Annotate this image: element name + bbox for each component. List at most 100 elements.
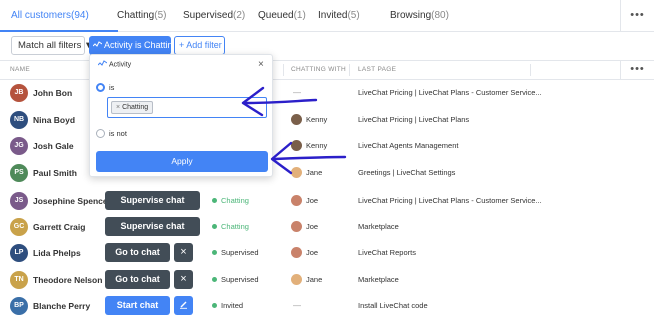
column-divider [530,64,531,76]
popup-title-label: Activity [109,61,132,69]
table-row[interactable]: GC Garrett Craig Supervise chat Chatting… [0,214,654,240]
chatting-with: Jane [291,267,322,293]
add-filter-button[interactable]: + Add filter [174,36,225,55]
last-page[interactable]: LiveChat Reports [358,240,416,266]
customer-name[interactable]: Josh Gale [33,133,74,159]
status-label: Supervised [221,275,259,284]
column-chatting-with[interactable]: CHATTING WITH [291,61,346,79]
status-dot [212,223,217,229]
activity-values-input[interactable]: × Chatting [107,97,267,118]
pencil-icon[interactable] [174,296,193,315]
customer-name[interactable]: Nina Boyd [33,107,75,133]
agent-name: Joe [306,248,319,257]
status-label: Chatting [221,196,249,205]
last-page[interactable]: LiveChat Pricing | LiveChat Plans [358,107,469,133]
tab-invited[interactable]: Invited(5) [318,0,360,32]
supervise-chat-button[interactable]: Supervise chat [105,217,200,236]
last-page[interactable]: LiveChat Pricing | LiveChat Plans - Cust… [358,80,542,106]
customer-name[interactable]: Paul Smith [33,160,77,186]
tab-browsing[interactable]: Browsing(80) [390,0,449,32]
chatting-with: Kenny [291,133,327,159]
agent-name: Kenny [306,115,328,124]
avatar: NB [10,111,28,129]
apply-button[interactable]: Apply [96,151,268,172]
x-icon[interactable]: × [174,270,193,289]
avatar: GC [10,218,28,236]
column-divider [283,64,284,76]
selected-value-tag: × Chatting [111,101,154,114]
last-page[interactable]: Marketplace [358,267,399,293]
more-icon[interactable]: ••• [620,0,654,32]
tab-count: (5) [347,10,360,21]
activity-filter-popup: Activity × is × Chatting is not Apply [89,54,273,177]
avatar: LP [10,244,28,262]
last-page[interactable]: Marketplace [358,214,399,240]
tab-count: (94) [71,10,89,21]
close-icon[interactable]: × [258,59,264,70]
agent-name: Jane [306,275,323,284]
pulse-icon [92,41,103,47]
last-page[interactable]: LiveChat Agents Management [358,133,458,159]
avatar: JG [10,137,28,155]
tab-label: Supervised [183,10,234,21]
status-dot [212,276,217,282]
status-label: Invited [221,301,244,310]
customer-name[interactable]: Josephine Spencer [33,188,111,214]
table-row[interactable]: LP Lida Phelps Go to chat × Supervised J… [0,240,654,266]
tag-label: Chatting [122,104,149,111]
column-name[interactable]: NAME [10,61,30,79]
agent-avatar [291,273,302,285]
agent-avatar [291,113,302,125]
radio-is[interactable] [96,83,105,92]
start-chat-button[interactable]: Start chat [105,296,170,315]
match-filters-dropdown[interactable]: Match all filters ▼ [11,36,93,55]
go-to-chat-button[interactable]: Go to chat [105,270,170,289]
table-row[interactable]: TN Theodore Nelson Go to chat × Supervis… [0,267,654,293]
chatting-with: Joe [291,240,318,266]
table-row[interactable]: BP Blanche Perry Start chat Invited — In… [0,293,654,318]
tab-all-customers[interactable]: All customers(94) [11,0,89,32]
tab-queued[interactable]: Queued(1) [258,0,306,32]
activity-status: Supervised [212,267,259,293]
activity-status: Chatting [212,214,249,240]
tab-supervised[interactable]: Supervised(2) [183,0,245,32]
x-icon[interactable]: × [174,243,193,262]
avatar: JB [10,84,28,102]
customer-name[interactable]: Theodore Nelson [33,267,102,293]
tab-count: (1) [293,10,306,21]
remove-tag-icon[interactable]: × [116,104,120,111]
customer-name[interactable]: Blanche Perry [33,293,90,318]
last-page[interactable]: Greetings | LiveChat Settings [358,160,455,186]
agent-avatar [291,246,302,258]
table-row[interactable]: JS Josephine Spencer Supervise chat Chat… [0,188,654,214]
tab-chatting[interactable]: Chatting(5) [117,0,166,32]
column-last-page[interactable]: LAST PAGE [358,61,396,79]
status-label: Supervised [221,248,259,257]
status-dot [212,302,217,308]
agent-name: Kenny [306,141,328,150]
agent-avatar [291,220,302,232]
chatting-with: Jane [291,160,322,186]
customer-tabs: All customers(94) Chatting(5) Supervised… [0,0,654,32]
tab-label: Queued [258,10,294,21]
customer-name[interactable]: John Bon [33,80,72,106]
customer-name[interactable]: Lida Phelps [33,240,81,266]
chatting-with: — [293,88,301,97]
avatar: PS [10,164,28,182]
agent-name: Jane [306,168,323,177]
agent-avatar [291,166,302,178]
go-to-chat-button[interactable]: Go to chat [105,243,170,262]
tab-label: Browsing [390,10,432,21]
tab-count: (5) [154,10,167,21]
last-page[interactable]: LiveChat Pricing | LiveChat Plans - Cust… [358,188,542,214]
last-page[interactable]: Install LiveChat code [358,293,428,318]
customer-name[interactable]: Garrett Craig [33,214,85,240]
activity-status: Chatting [212,188,249,214]
activity-filter-chip[interactable]: Activity is Chatting [89,36,178,55]
more-icon[interactable]: ••• [620,61,654,79]
supervise-chat-button[interactable]: Supervise chat [105,191,200,210]
status-label: Chatting [221,222,249,231]
radio-is-not[interactable] [96,129,105,138]
activity-status: Supervised [212,240,259,266]
avatar: TN [10,271,28,289]
